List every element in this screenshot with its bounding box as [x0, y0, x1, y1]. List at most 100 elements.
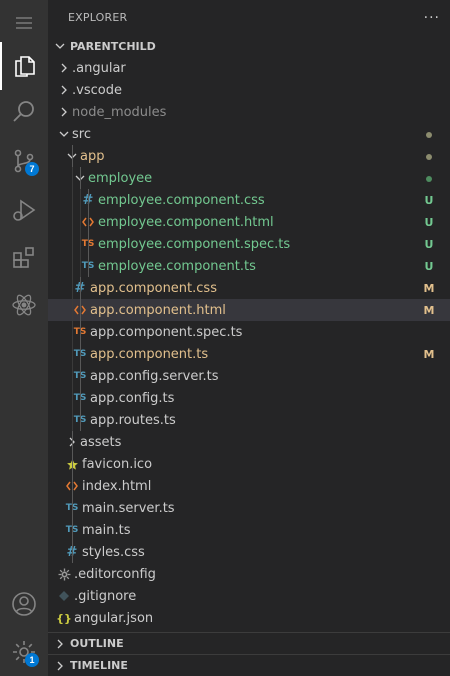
indent-guide [88, 211, 89, 233]
more-actions-icon[interactable]: ··· [424, 10, 440, 26]
explorer-icon[interactable] [0, 42, 48, 90]
status-dot-icon [426, 131, 432, 138]
indent-guide [72, 167, 73, 189]
activity-bar: 7 1 [0, 0, 48, 676]
source-control-icon[interactable]: 7 [0, 137, 48, 185]
tree-item-label: main.server.ts [82, 500, 175, 516]
chevron-right-icon [56, 101, 72, 123]
indent-guide [72, 541, 73, 563]
tree-file-row[interactable]: #styles.css [48, 541, 450, 563]
git-status-badge: U [424, 215, 434, 229]
tree-item-label: app [80, 148, 105, 164]
tree-file-row[interactable]: TSemployee.component.spec.tsU [48, 233, 450, 255]
tree-file-row[interactable]: #app.component.cssM [48, 277, 450, 299]
chevron-right-icon [56, 57, 72, 79]
tree-file-row[interactable]: employee.component.html U [48, 211, 450, 233]
tree-item-label: app.config.server.ts [90, 368, 219, 384]
indent-guide [72, 233, 73, 255]
tree-folder-row[interactable]: .angular [48, 57, 450, 79]
git-status-dot [422, 172, 436, 185]
manage-badge: 1 [25, 653, 39, 667]
tree-item-label: employee [88, 170, 153, 186]
tree-file-row[interactable]: TSapp.config.ts [48, 387, 450, 409]
git-status-badge: M [423, 303, 435, 317]
outline-section-header[interactable]: OUTLINE [48, 632, 450, 654]
timeline-section-header[interactable]: TIMELINE [48, 654, 450, 676]
tree-file-row[interactable]: #employee.component.cssU [48, 189, 450, 211]
tree-item-label: index.html [82, 478, 152, 494]
tree-file-row[interactable]: TSmain.ts [48, 519, 450, 541]
tree-file-row[interactable]: TSapp.config.server.ts [48, 365, 450, 387]
tree-item-label: node_modules [72, 104, 167, 120]
tree-item-label: app.component.css [90, 280, 217, 296]
tree-item-label: app.config.ts [90, 390, 175, 406]
git-status-dot [422, 128, 436, 141]
explorer-header: EXPLORER ··· [48, 0, 450, 35]
timeline-label: TIMELINE [70, 659, 128, 672]
tree-item-label: styles.css [82, 544, 145, 560]
tree-item-label: employee.component.spec.ts [98, 236, 291, 252]
git-status-badge: M [423, 281, 435, 295]
tree-item-label: .gitignore [74, 588, 137, 604]
git-status-badge: U [424, 193, 434, 207]
explorer-sidebar: EXPLORER ··· PARENTCHILD .angular .vscode… [48, 0, 450, 676]
json-braces-icon: {} [56, 611, 72, 625]
tree-item-label: employee.component.html [98, 214, 274, 230]
tree-item-label: employee.component.css [98, 192, 265, 208]
tree-file-row[interactable]: index.html [48, 475, 450, 497]
bottom-sections: OUTLINE TIMELINE [48, 632, 450, 676]
git-status-badge: U [424, 237, 434, 251]
workspace-header[interactable]: PARENTCHILD [48, 35, 450, 57]
indent-guide [80, 233, 81, 255]
indent-guide [88, 255, 89, 277]
tree-file-row[interactable]: TSapp.component.tsM [48, 343, 450, 365]
manage-gear-icon[interactable]: 1 [0, 628, 48, 676]
indent-guide [72, 321, 73, 343]
indent-guide [72, 211, 73, 233]
tree-folder-row[interactable]: app [48, 145, 450, 167]
tree-folder-row[interactable]: src [48, 123, 450, 145]
indent-guide [72, 475, 73, 497]
tree-item-label: app.component.html [90, 302, 226, 318]
indent-guide [88, 189, 89, 211]
tree-item-label: employee.component.ts [98, 258, 256, 274]
file-tree: .angular .vscode node_modulessrc app employe… [48, 57, 450, 629]
tree-file-row[interactable]: .gitignore [48, 585, 450, 607]
tree-folder-row[interactable]: employee [48, 167, 450, 189]
account-icon[interactable] [0, 580, 48, 628]
indent-guide [80, 343, 81, 365]
tree-folder-row[interactable]: .vscode [48, 79, 450, 101]
source-control-badge: 7 [25, 162, 39, 176]
indent-guide [72, 277, 73, 299]
tree-file-row[interactable]: TSmain.server.ts [48, 497, 450, 519]
chevron-down-icon [56, 123, 72, 145]
settings-gear-icon [56, 563, 72, 585]
indent-guide [80, 189, 81, 211]
status-dot-icon [426, 153, 432, 160]
tree-file-row[interactable]: TSapp.component.spec.ts [48, 321, 450, 343]
git-status-badge: M [423, 347, 435, 361]
chevron-right-icon [56, 79, 72, 101]
workspace-name: PARENTCHILD [70, 39, 156, 53]
tree-file-row[interactable]: .editorconfig [48, 563, 450, 585]
search-icon[interactable] [0, 88, 48, 136]
tree-folder-row[interactable]: assets [48, 431, 450, 453]
tree-item-label: src [72, 126, 91, 142]
tree-file-row[interactable]: TSapp.routes.ts [48, 409, 450, 431]
menu-icon[interactable] [0, 0, 48, 46]
tree-folder-row[interactable]: node_modules [48, 101, 450, 123]
explorer-title: EXPLORER [68, 11, 128, 24]
tree-file-row[interactable]: app.component.html M [48, 299, 450, 321]
extensions-icon[interactable] [0, 234, 48, 282]
run-debug-icon[interactable] [0, 186, 48, 234]
indent-guide [80, 321, 81, 343]
indent-guide [80, 277, 81, 299]
tree-file-row[interactable]: favicon.ico [48, 453, 450, 475]
git-status-badge: U [424, 259, 434, 273]
tree-file-row[interactable]: {} angular.json [48, 607, 450, 629]
git-status-dot [422, 150, 436, 163]
tree-item-label: app.component.spec.ts [90, 324, 243, 340]
tree-file-row[interactable]: TSemployee.component.tsU [48, 255, 450, 277]
chevron-down-icon [52, 41, 68, 51]
angular-react-icon[interactable] [0, 281, 48, 329]
